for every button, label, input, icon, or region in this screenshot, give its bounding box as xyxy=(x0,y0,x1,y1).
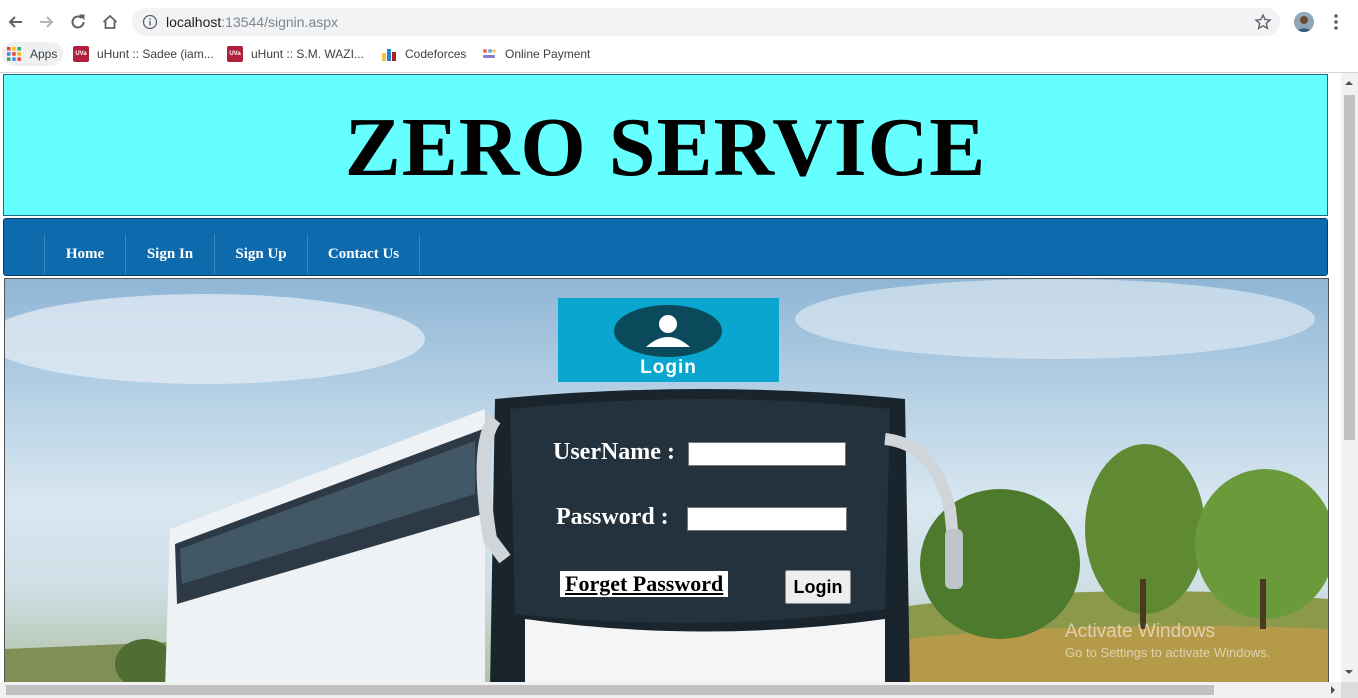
reload-button[interactable] xyxy=(66,10,90,34)
uva-icon: UVa xyxy=(73,46,89,62)
vertical-scrollbar[interactable] xyxy=(1341,73,1358,682)
vertical-scroll-thumb[interactable] xyxy=(1344,95,1355,440)
bookmark-label: Codeforces xyxy=(405,47,467,61)
back-arrow-icon xyxy=(8,16,22,28)
scrollbar-corner xyxy=(1341,682,1358,698)
password-input[interactable] xyxy=(687,507,847,531)
scroll-down-arrow-icon[interactable] xyxy=(1344,667,1354,677)
nav-sign-up[interactable]: Sign Up xyxy=(214,234,307,274)
bookmark-label: uHunt :: Sadee (iam... xyxy=(97,47,214,61)
bookmark-online-payment[interactable]: Online Payment xyxy=(481,42,590,66)
browser-toolbar: localhost:13544/signin.aspx Apps UVa uHu… xyxy=(0,0,1358,73)
back-button[interactable] xyxy=(4,10,28,34)
nav-contact-us[interactable]: Contact Us xyxy=(307,234,420,274)
bookmark-uhunt-sadee[interactable]: UVa uHunt :: Sadee (iam... xyxy=(73,42,214,66)
url-path: :13544/signin.aspx xyxy=(221,14,339,30)
bookmarks-bar: Apps UVa uHunt :: Sadee (iam... UVa uHun… xyxy=(0,42,1358,66)
username-input[interactable] xyxy=(688,442,846,466)
bookmark-label: Online Payment xyxy=(505,47,591,61)
bookmark-star-icon[interactable] xyxy=(1254,13,1272,31)
scroll-right-arrow-icon[interactable] xyxy=(1328,685,1338,695)
home-icon xyxy=(102,14,118,29)
web-page: ZERO SERVICE Home Sign In Sign Up Contac… xyxy=(0,73,1341,682)
login-hero-panel: Login UserName : Password : Forget Passw… xyxy=(4,278,1329,682)
forward-arrow-icon xyxy=(40,16,54,28)
bookmark-apps[interactable]: Apps xyxy=(2,42,64,66)
site-title: ZERO SERVICE xyxy=(344,100,987,194)
reload-icon xyxy=(71,14,85,29)
svg-text:UVa: UVa xyxy=(75,51,87,57)
info-icon[interactable] xyxy=(142,14,158,30)
main-navbar: Home Sign In Sign Up Contact Us xyxy=(3,218,1328,276)
login-logo: Login xyxy=(558,298,779,382)
forward-button[interactable] xyxy=(34,10,58,34)
username-label: UserName : xyxy=(553,439,675,465)
horizontal-scroll-thumb[interactable] xyxy=(6,685,1214,695)
activate-windows-subtitle: Go to Settings to activate Windows. xyxy=(1065,645,1271,660)
nav-menu: Home Sign In Sign Up Contact Us xyxy=(44,234,420,274)
scroll-up-arrow-icon[interactable] xyxy=(1344,78,1354,88)
address-bar[interactable]: localhost:13544/signin.aspx xyxy=(132,8,1280,36)
bookmark-codeforces[interactable]: Codeforces xyxy=(381,42,466,66)
profile-avatar[interactable] xyxy=(1294,12,1314,32)
activate-windows-title: Activate Windows xyxy=(1065,621,1215,642)
svg-text:UVa: UVa xyxy=(229,51,241,57)
apps-grid-icon xyxy=(7,47,21,61)
horizontal-scrollbar[interactable] xyxy=(0,682,1341,698)
nav-sign-in[interactable]: Sign In xyxy=(125,234,214,274)
login-button[interactable]: Login xyxy=(785,570,851,604)
codeforces-icon xyxy=(382,49,396,61)
profile-photo-icon xyxy=(1294,12,1314,32)
forget-password-link[interactable]: Forget Password xyxy=(560,571,729,597)
payment-icon xyxy=(483,49,496,58)
home-button[interactable] xyxy=(98,10,122,34)
site-header: ZERO SERVICE xyxy=(3,74,1328,216)
password-label: Password : xyxy=(556,504,669,530)
url-text: localhost:13544/signin.aspx xyxy=(166,14,338,30)
user-avatar-icon xyxy=(614,305,722,357)
bookmark-uhunt-wazi[interactable]: UVa uHunt :: S.M. WAZI... xyxy=(227,42,364,66)
nav-home[interactable]: Home xyxy=(44,234,125,274)
url-host: localhost xyxy=(166,14,222,30)
login-logo-text: Login xyxy=(640,357,697,378)
browser-menu-icon[interactable] xyxy=(1328,12,1344,32)
bookmark-label: uHunt :: S.M. WAZI... xyxy=(251,47,364,61)
bookmark-label: Apps xyxy=(30,47,58,61)
uva-icon: UVa xyxy=(227,46,243,62)
